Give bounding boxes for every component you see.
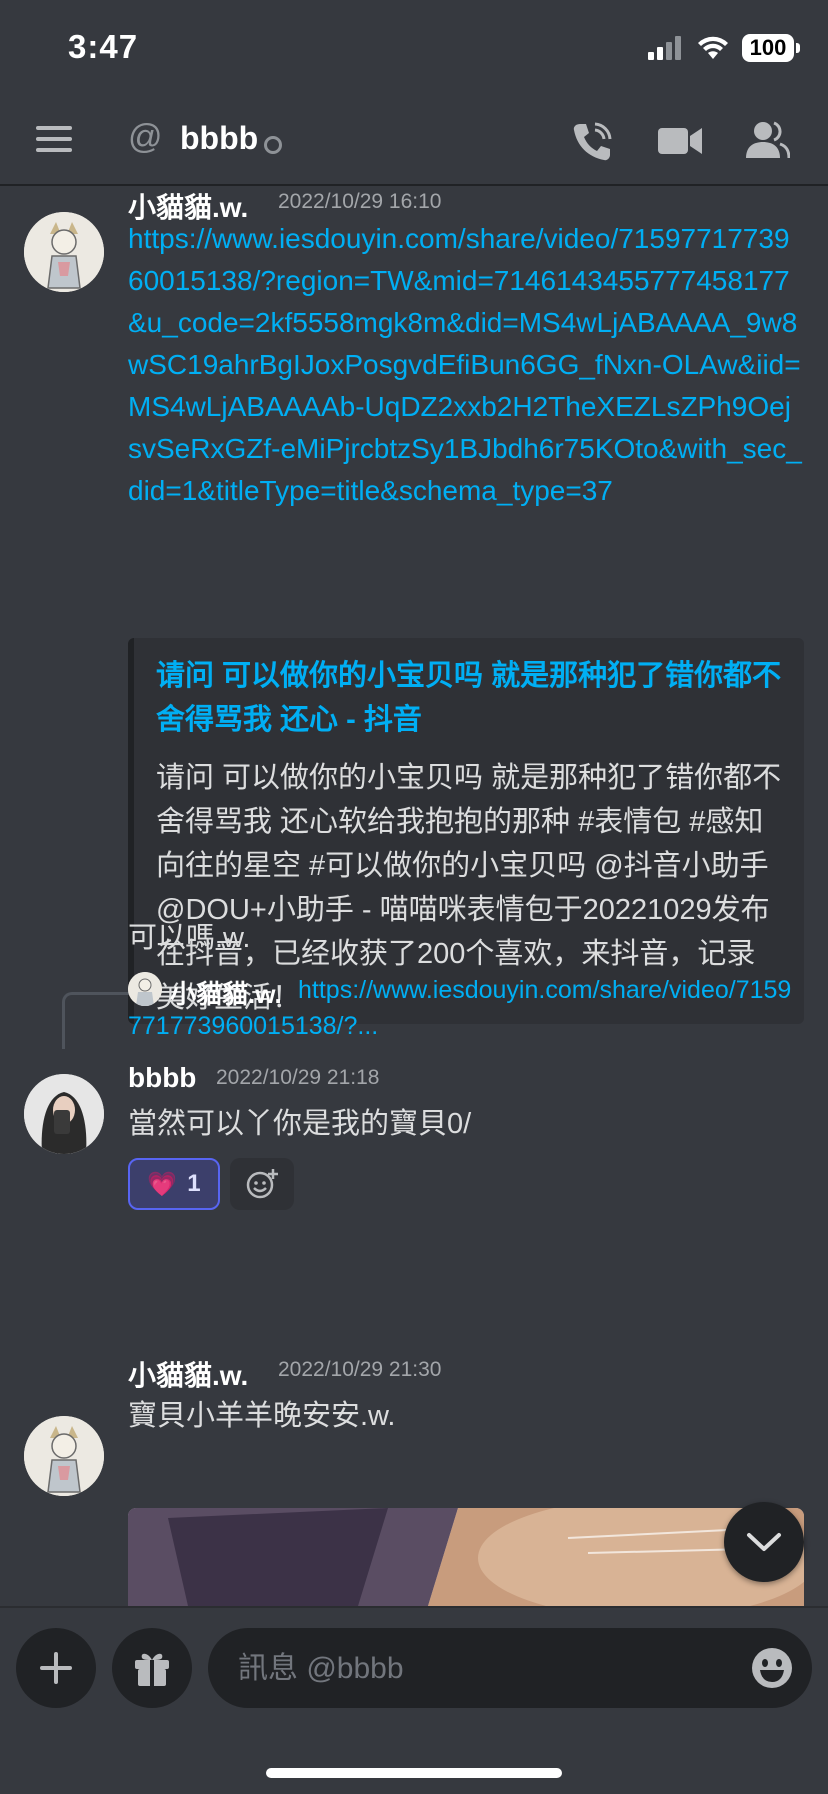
video-call-icon[interactable] (658, 124, 702, 158)
reaction-count: 1 (187, 1170, 201, 1197)
message-timestamp: 2022/10/29 21:30 (278, 1358, 442, 1381)
home-indicator (266, 1768, 562, 1778)
dm-header: @ bbbb (0, 100, 828, 186)
message-input-wrapper (208, 1628, 812, 1710)
add-reaction-button[interactable] (230, 1158, 294, 1210)
avatar[interactable] (24, 212, 104, 292)
avatar[interactable] (24, 1416, 104, 1496)
gift-icon (135, 1653, 169, 1686)
message-input[interactable] (236, 1628, 720, 1710)
cellular-signal-icon (648, 36, 681, 60)
avatar-cat-drawing (24, 212, 104, 292)
wifi-icon (698, 36, 728, 59)
reply-connector (62, 992, 129, 1049)
jump-to-latest-button[interactable] (724, 1502, 804, 1582)
members-icon[interactable] (746, 120, 790, 160)
link-embed: 请问 可以做你的小宝贝吗 就是那种犯了错你都不舍得骂我 还心 - 抖音 请问 可… (128, 638, 804, 1024)
message-list[interactable]: 小貓貓.w. 2022/10/29 16:10 https://www.iesd… (0, 186, 828, 1606)
message-text: 當然可以丫你是我的寶貝0/ (128, 1108, 472, 1140)
avatar-cat-drawing (24, 1416, 104, 1496)
battery-icon: 100 (742, 34, 800, 62)
status-time: 3:47 (68, 28, 139, 65)
hamburger-menu-icon[interactable] (36, 122, 76, 156)
message-author[interactable]: bbbb (128, 1062, 196, 1094)
emoji-picker-icon[interactable] (750, 1646, 794, 1690)
add-reaction-icon (246, 1169, 278, 1199)
message-timestamp: 2022/10/29 21:18 (216, 1066, 380, 1089)
plus-icon (40, 1652, 72, 1684)
chevron-down-icon (747, 1533, 781, 1551)
message-composer (0, 1606, 828, 1794)
status-icons: 100 (648, 34, 800, 62)
reaction-pill[interactable]: 💗 1 (128, 1158, 220, 1210)
message-text: 寶貝小羊羊晚安安.w. (128, 1400, 396, 1432)
offline-status-icon (264, 136, 282, 154)
message-author[interactable]: 小貓貓.w. (128, 1354, 248, 1394)
voice-call-icon[interactable] (570, 120, 614, 164)
at-icon: @ (128, 118, 163, 156)
add-attachment-button[interactable] (16, 1628, 96, 1708)
avatar-photo (24, 1074, 104, 1154)
message-link[interactable]: https://www.iesdouyin.com/share/video/71… (128, 218, 804, 512)
heart-emoji-icon: 💗 (147, 1170, 178, 1198)
gift-button[interactable] (112, 1628, 192, 1708)
status-bar: 3:47 100 (0, 0, 828, 100)
message-text: 可以嗎.w. (128, 922, 251, 954)
reply-author[interactable]: 小貓貓.w. (170, 974, 282, 1011)
dm-username[interactable]: bbbb (180, 120, 258, 157)
message-timestamp: 2022/10/29 16:10 (278, 190, 442, 213)
avatar[interactable] (24, 1074, 104, 1154)
cat-photo (128, 1508, 804, 1606)
image-attachment[interactable] (128, 1508, 804, 1606)
embed-title[interactable]: 请问 可以做你的小宝贝吗 就是那种犯了错你都不舍得骂我 还心 - 抖音 (156, 654, 782, 742)
